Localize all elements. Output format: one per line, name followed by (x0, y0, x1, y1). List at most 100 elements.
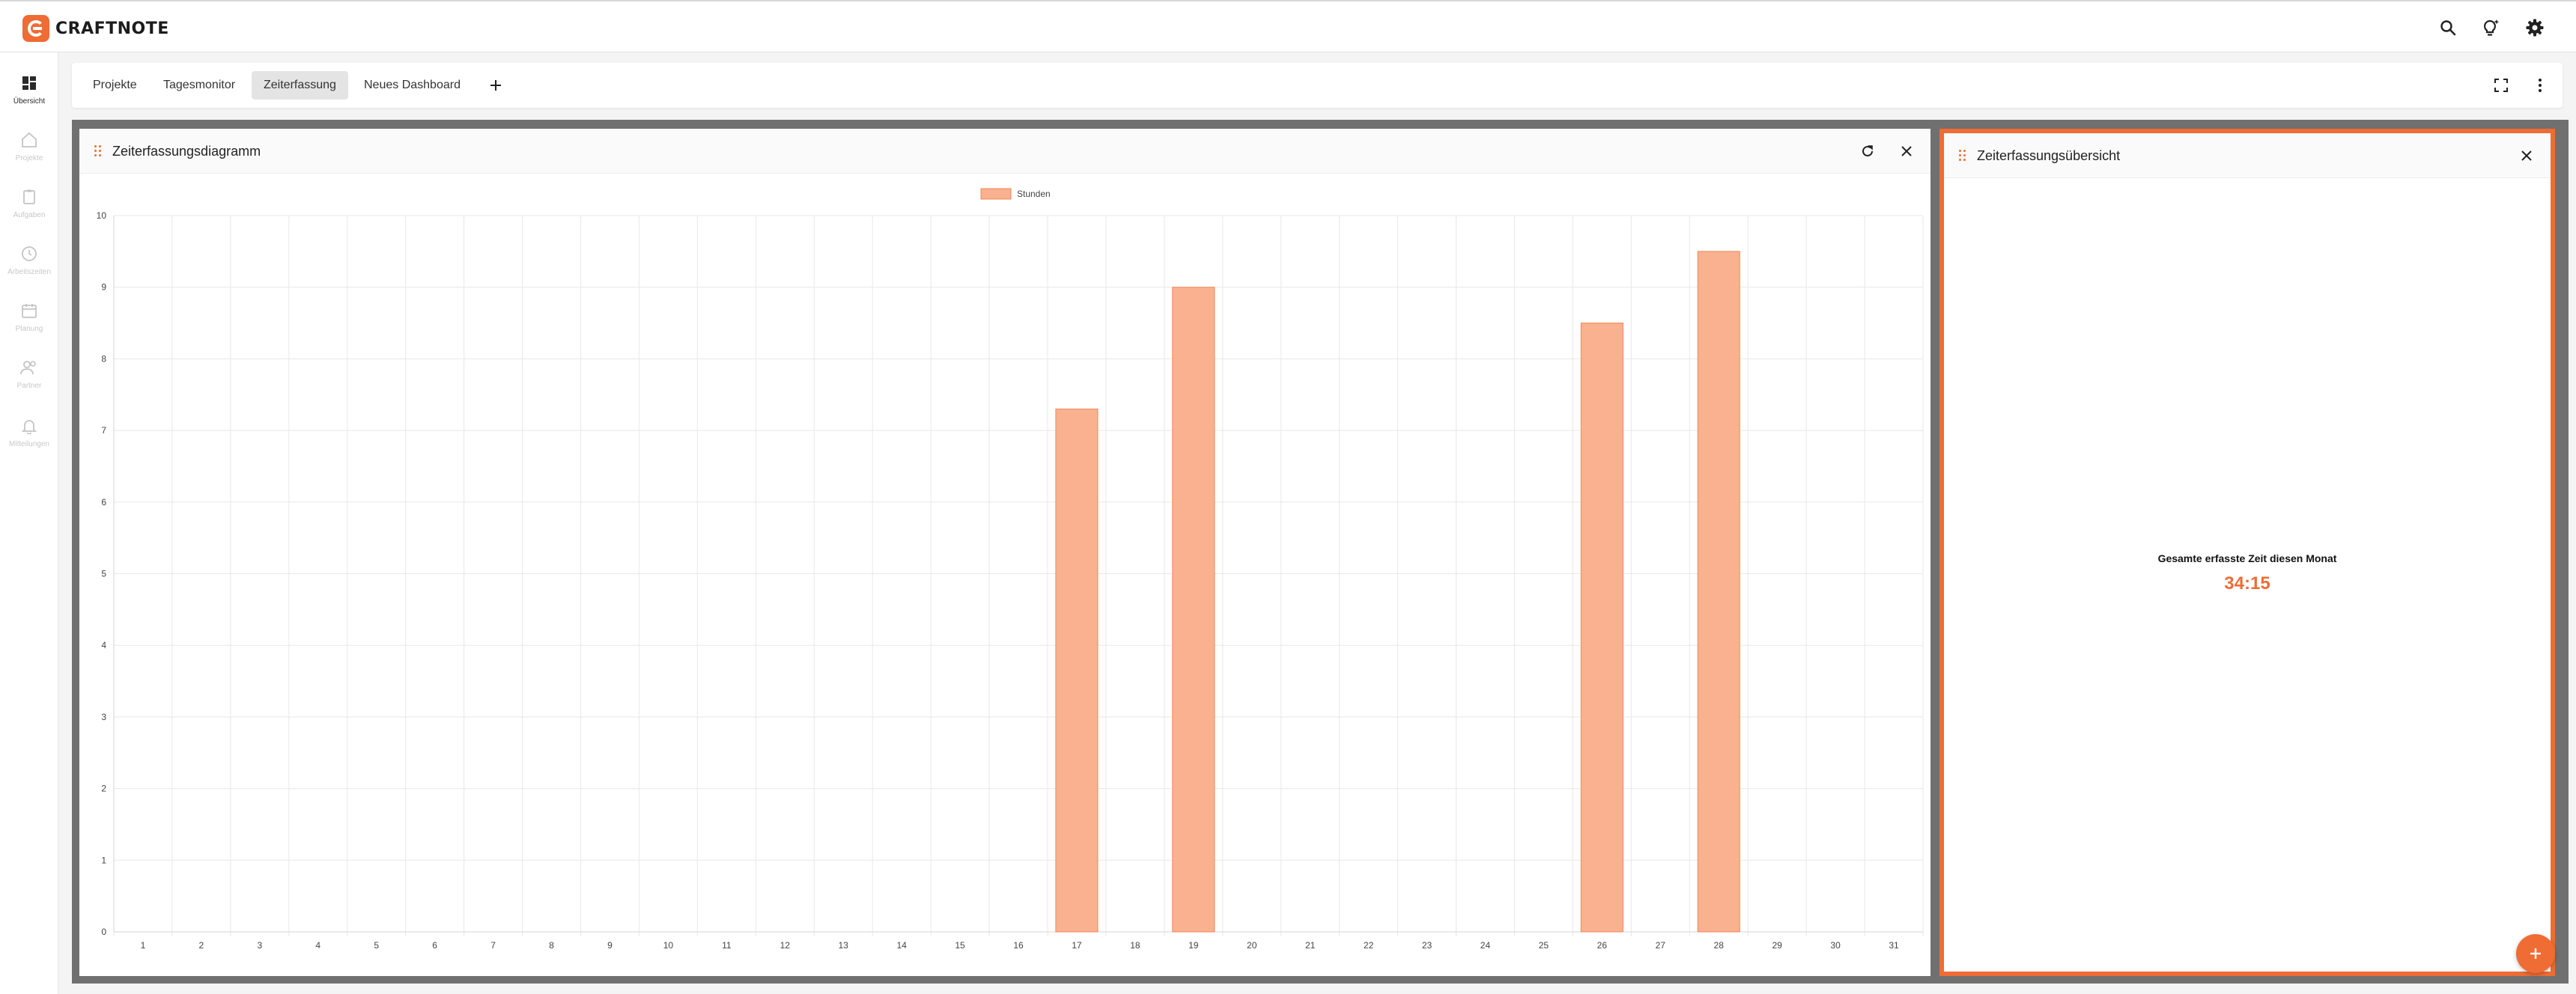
tab-zeiterfassung[interactable]: Zeiterfassung (252, 71, 348, 100)
sidebar-item-planung[interactable]: Planung (0, 301, 58, 349)
x-tick-label: 29 (1772, 940, 1782, 951)
summary-widget-header: Zeiterfassungsübersicht (1944, 133, 2551, 178)
x-tick-label: 6 (432, 940, 437, 951)
tab-neues-dashboard[interactable]: Neues Dashboard (352, 71, 473, 100)
bar-chart: 0123456789101 2 3 4 5 6 7 8 9 10 11 12 13 14 15 16 17 18 1… (97, 188, 1924, 951)
more-vertical-icon[interactable] (2528, 73, 2552, 97)
app-logo[interactable]: CRAFTNOTE (22, 15, 169, 42)
x-tick-label: 18 (1130, 940, 1140, 951)
x-tick-label: 7 (490, 940, 496, 951)
logo-mark-icon (22, 15, 49, 42)
legend-swatch (980, 188, 1012, 200)
x-tick-label: 15 (955, 940, 965, 951)
x-tick-label: 21 (1305, 940, 1316, 951)
x-tick-label: 3 (257, 940, 262, 951)
x-tick-label: 14 (896, 940, 907, 951)
app-name: CRAFTNOTE (55, 19, 169, 38)
total-time-label: Gesamte erfasste Zeit diesen Monat (2157, 552, 2337, 564)
tab-projekte[interactable]: Projekte (81, 71, 149, 100)
close-icon[interactable] (1896, 141, 1917, 162)
close-icon[interactable] (2516, 145, 2537, 166)
sidebar-item-label: Mitteilungen (9, 440, 49, 448)
y-tick-label: 1 (101, 855, 106, 865)
refresh-icon[interactable] (1857, 141, 1878, 162)
x-tick-label: 8 (549, 940, 554, 951)
x-tick-label: 12 (780, 940, 791, 951)
x-tick-label: 25 (1539, 940, 1549, 951)
dashboard-icon (19, 73, 39, 93)
y-tick-label: 8 (101, 353, 106, 364)
sidebar-item-label: Arbeitszeiten (7, 268, 51, 276)
plus-icon (2530, 948, 2541, 959)
x-tick-label: 2 (199, 940, 204, 951)
drag-handle-icon[interactable] (94, 145, 103, 157)
summary-widget-title: Zeiterfassungsübersicht (1977, 148, 2121, 163)
add-tab-button[interactable] (482, 72, 509, 99)
top-bar: CRAFTNOTE (0, 0, 2576, 52)
y-tick-label: 9 (101, 282, 106, 293)
plus-icon (490, 80, 501, 91)
add-widget-button[interactable] (2516, 934, 2555, 973)
gear-icon[interactable] (2524, 16, 2546, 39)
bar-day-19 (1172, 287, 1215, 933)
x-tick-label: 4 (315, 940, 321, 951)
y-tick-label: 2 (101, 784, 106, 794)
fullscreen-icon[interactable] (2489, 73, 2513, 97)
clipboard-icon (19, 187, 39, 207)
lightbulb-icon[interactable] (2480, 16, 2503, 39)
dashboard-tabs-bar: Projekte Tagesmonitor Zeiterfassung Neue… (72, 63, 2563, 108)
x-tick-label: 20 (1247, 940, 1257, 951)
legend-label: Stunden (1017, 189, 1051, 199)
x-tick-label: 23 (1422, 940, 1433, 951)
x-tick-label: 11 (722, 940, 732, 951)
x-tick-label: 9 (607, 940, 613, 951)
y-tick-label: 5 (101, 569, 106, 579)
x-tick-label: 31 (1889, 940, 1899, 951)
x-tick-label: 22 (1364, 940, 1374, 951)
x-tick-label: 10 (663, 940, 674, 951)
x-tick-label: 19 (1188, 940, 1199, 951)
y-tick-label: 0 (101, 927, 106, 937)
summary-widget-wrapper: Zeiterfassungsübersicht Gesamte erfasste… (1939, 129, 2576, 976)
x-tick-label: 16 (1013, 940, 1024, 951)
drag-handle-icon[interactable] (1959, 150, 1968, 162)
dashboard-grid: Zeiterfassungsdiagramm 0 1 2 3 4 5 6 7 8 9 10 1 2 3 4 5… (72, 120, 2569, 984)
clock-icon (19, 244, 39, 263)
y-tick-label: 4 (101, 640, 106, 650)
x-tick-label: 27 (1656, 940, 1666, 951)
bell-icon (19, 416, 39, 436)
sidebar-item-arbeitszeiten[interactable]: Arbeitszeiten (0, 244, 58, 292)
sidebar: Übersicht Projekte Aufgaben Arbeitszeite… (0, 52, 58, 994)
chart-widget-header: Zeiterfassungsdiagramm (79, 129, 1931, 174)
x-tick-label: 5 (374, 940, 379, 951)
home-icon (19, 130, 39, 150)
calendar-icon (19, 301, 39, 320)
sidebar-item-uebersicht[interactable]: Übersicht (0, 73, 58, 121)
sidebar-item-projekte[interactable]: Projekte (0, 130, 58, 178)
sidebar-item-label: Aufgaben (13, 211, 46, 219)
chart-widget-title: Zeiterfassungsdiagramm (112, 144, 261, 159)
y-tick-label: 3 (101, 712, 106, 722)
sidebar-item-label: Projekte (15, 154, 43, 162)
y-tick-label: 7 (101, 425, 106, 436)
x-tick-label: 1 (141, 940, 146, 951)
sidebar-item-label: Planung (15, 325, 43, 333)
search-icon[interactable] (2437, 16, 2459, 39)
sidebar-item-label: Übersicht (13, 97, 46, 106)
x-tick-label: 28 (1714, 940, 1725, 951)
x-tick-label: 13 (839, 940, 849, 951)
x-tick-label: 24 (1480, 940, 1491, 951)
x-tick-label: 26 (1597, 940, 1608, 951)
y-tick-label: 6 (101, 497, 106, 507)
sidebar-item-aufgaben[interactable]: Aufgaben (0, 187, 58, 235)
tab-tagesmonitor[interactable]: Tagesmonitor (151, 71, 247, 100)
bar-day-26 (1580, 323, 1623, 933)
x-tick-label: 17 (1072, 940, 1082, 951)
sidebar-item-partner[interactable]: Partner (0, 358, 58, 406)
total-time-value: 34:15 (2224, 573, 2270, 594)
chart-widget: Zeiterfassungsdiagramm 0 1 2 3 4 5 6 7 8 9 10 1 2 3 4 5… (79, 129, 1931, 976)
sidebar-item-mitteilungen[interactable]: Mitteilungen (0, 416, 58, 464)
sidebar-item-label: Partner (16, 382, 42, 390)
summary-widget: Zeiterfassungsübersicht Gesamte erfasste… (1939, 129, 2555, 976)
bar-day-17 (1055, 408, 1099, 933)
